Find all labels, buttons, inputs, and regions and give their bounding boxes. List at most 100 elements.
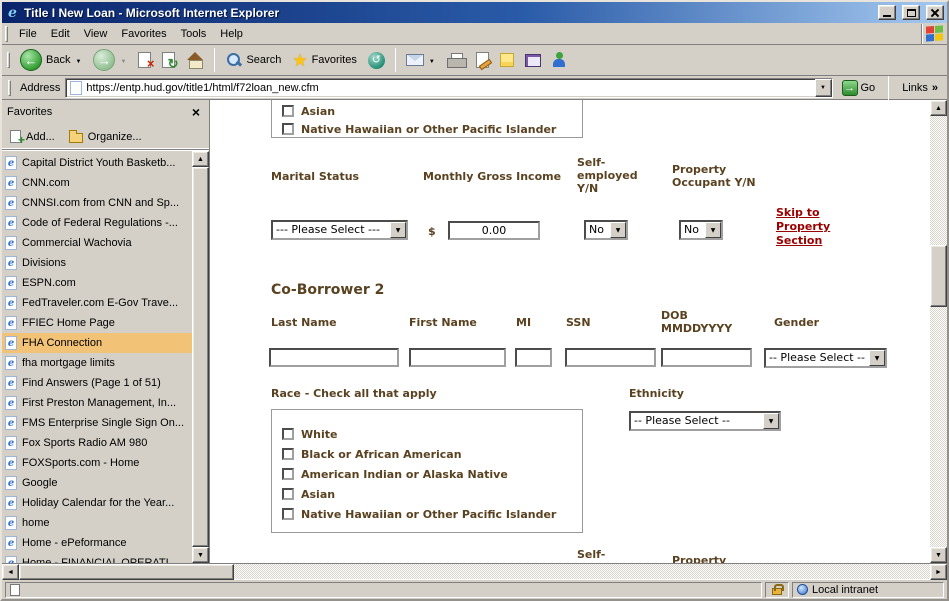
marital-status-select[interactable]: --- Please Select --- — [271, 220, 408, 240]
favorites-item[interactable]: FOXSports.com - Home — [2, 453, 192, 473]
self-employed-select[interactable]: No — [584, 220, 628, 240]
dropdown-arrow-icon[interactable] — [390, 222, 406, 238]
ssn-input[interactable] — [565, 348, 656, 367]
race-checkbox[interactable] — [282, 428, 294, 440]
race-checkbox[interactable] — [282, 123, 294, 135]
security-zone-label: Local intranet — [812, 584, 878, 596]
scroll-thumb[interactable] — [192, 167, 209, 547]
minimize-button[interactable] — [878, 5, 896, 20]
refresh-button[interactable]: ↻ — [157, 46, 180, 74]
close-button[interactable] — [926, 5, 944, 20]
menu-grip[interactable] — [5, 26, 8, 42]
menu-item-view[interactable]: View — [77, 25, 115, 43]
favorites-item[interactable]: Home - ePeformance — [2, 533, 192, 553]
organize-favorites-button[interactable]: Organize... — [69, 130, 142, 143]
dropdown-arrow-icon[interactable] — [610, 222, 626, 238]
favorites-item[interactable]: FedTraveler.com E-Gov Trave... — [2, 293, 192, 313]
scroll-up-button[interactable] — [192, 151, 209, 167]
favorites-item[interactable]: ESPN.com — [2, 273, 192, 293]
scroll-up-button[interactable] — [930, 100, 947, 116]
favorites-item[interactable]: FMS Enterprise Single Sign On... — [2, 413, 192, 433]
menu-item-edit[interactable]: Edit — [44, 25, 77, 43]
race-checkbox-label: Native Hawaiian or Other Pacific Islande… — [301, 123, 556, 136]
vertical-scrollbar[interactable] — [930, 100, 947, 563]
property-occupant-select[interactable]: No — [679, 220, 723, 240]
favorites-item[interactable]: FHA Connection — [2, 333, 192, 353]
gender-select[interactable]: -- Please Select -- — [764, 348, 887, 368]
edit-button[interactable] — [471, 46, 494, 74]
go-button[interactable]: Go — [838, 79, 880, 97]
mail-button[interactable] — [401, 46, 441, 74]
menu-item-favorites[interactable]: Favorites — [114, 25, 173, 43]
links-button[interactable]: Links » — [898, 82, 944, 94]
scroll-left-button[interactable] — [2, 564, 19, 580]
monthly-income-input[interactable] — [448, 221, 540, 240]
favorites-item[interactable]: Capital District Youth Basketb... — [2, 153, 192, 173]
scroll-right-button[interactable] — [930, 564, 947, 580]
favorites-button[interactable]: Favorites — [287, 46, 362, 74]
search-button[interactable]: Search — [220, 46, 286, 74]
menu-item-help[interactable]: Help — [213, 25, 250, 43]
scroll-down-button[interactable] — [192, 547, 209, 563]
race-checkbox-label: Asian — [301, 488, 335, 501]
add-favorite-button[interactable]: Add... — [10, 130, 55, 143]
toolbar-grip[interactable] — [7, 52, 10, 68]
address-input[interactable]: https://entp.hud.gov/title1/html/f72loan… — [65, 78, 832, 98]
forward-button[interactable]: → — [88, 46, 132, 74]
links-label: Links — [902, 82, 928, 94]
horizontal-scrollbar[interactable] — [2, 563, 947, 579]
favorites-item[interactable]: CNN.com — [2, 173, 192, 193]
discuss-button[interactable] — [495, 46, 519, 74]
race-checkbox[interactable] — [282, 488, 294, 500]
race-checkbox[interactable] — [282, 448, 294, 460]
dropdown-arrow-icon[interactable] — [705, 222, 721, 238]
print-button[interactable] — [442, 46, 470, 74]
favorites-item[interactable]: fha mortgage limits — [2, 353, 192, 373]
favorites-item[interactable]: Home - FINANCIAL OPERATI... — [2, 553, 192, 563]
skip-to-property-link[interactable]: Skip to Property Section — [776, 206, 856, 248]
race-checkbox[interactable] — [282, 468, 294, 480]
mail-dropdown-arrow[interactable] — [428, 54, 436, 66]
favorites-item[interactable]: FFIEC Home Page — [2, 313, 192, 333]
favorites-scrollbar[interactable] — [192, 151, 209, 563]
back-button[interactable]: ← Back — [15, 46, 87, 74]
messenger-button[interactable] — [547, 46, 571, 74]
menu-item-file[interactable]: File — [12, 25, 44, 43]
scroll-thumb[interactable] — [19, 564, 234, 580]
race-checkbox[interactable] — [282, 105, 294, 117]
favorites-item[interactable]: Divisions — [2, 253, 192, 273]
scroll-thumb[interactable] — [930, 245, 947, 307]
dob-label: DOB MMDDYYYY — [661, 309, 741, 335]
mi-input[interactable] — [515, 348, 552, 367]
favorites-panel-close-button[interactable] — [188, 105, 204, 119]
favorites-item[interactable]: Code of Federal Regulations -... — [2, 213, 192, 233]
first-name-input[interactable] — [409, 348, 506, 367]
dropdown-arrow-icon[interactable] — [869, 350, 885, 366]
dropdown-arrow-icon[interactable] — [763, 413, 779, 429]
race-checkbox[interactable] — [282, 508, 294, 520]
favorites-item[interactable]: First Preston Management, In... — [2, 393, 192, 413]
favorites-item[interactable]: home — [2, 513, 192, 533]
maximize-button[interactable] — [902, 5, 920, 20]
favorites-item[interactable]: CNNSI.com from CNN and Sp... — [2, 193, 192, 213]
ethnicity-select[interactable]: -- Please Select -- — [629, 411, 781, 431]
scroll-down-button[interactable] — [930, 547, 947, 563]
go-label: Go — [861, 82, 876, 94]
research-button[interactable] — [520, 46, 546, 74]
menu-item-tools[interactable]: Tools — [174, 25, 214, 43]
home-button[interactable] — [181, 46, 209, 74]
history-button[interactable] — [363, 46, 390, 74]
back-dropdown-arrow[interactable] — [74, 54, 82, 66]
back-label: Back — [46, 54, 70, 66]
last-name-input[interactable] — [269, 348, 399, 367]
forward-dropdown-arrow[interactable] — [119, 54, 127, 66]
stop-button[interactable]: × — [133, 46, 156, 74]
favorites-item[interactable]: Commercial Wachovia — [2, 233, 192, 253]
dob-input[interactable] — [661, 348, 752, 367]
favorites-item[interactable]: Holiday Calendar for the Year... — [2, 493, 192, 513]
address-grip[interactable] — [8, 80, 11, 96]
favorites-item[interactable]: Find Answers (Page 1 of 51) — [2, 373, 192, 393]
address-dropdown-button[interactable] — [815, 79, 832, 97]
favorites-item[interactable]: Fox Sports Radio AM 980 — [2, 433, 192, 453]
favorites-item[interactable]: Google — [2, 473, 192, 493]
